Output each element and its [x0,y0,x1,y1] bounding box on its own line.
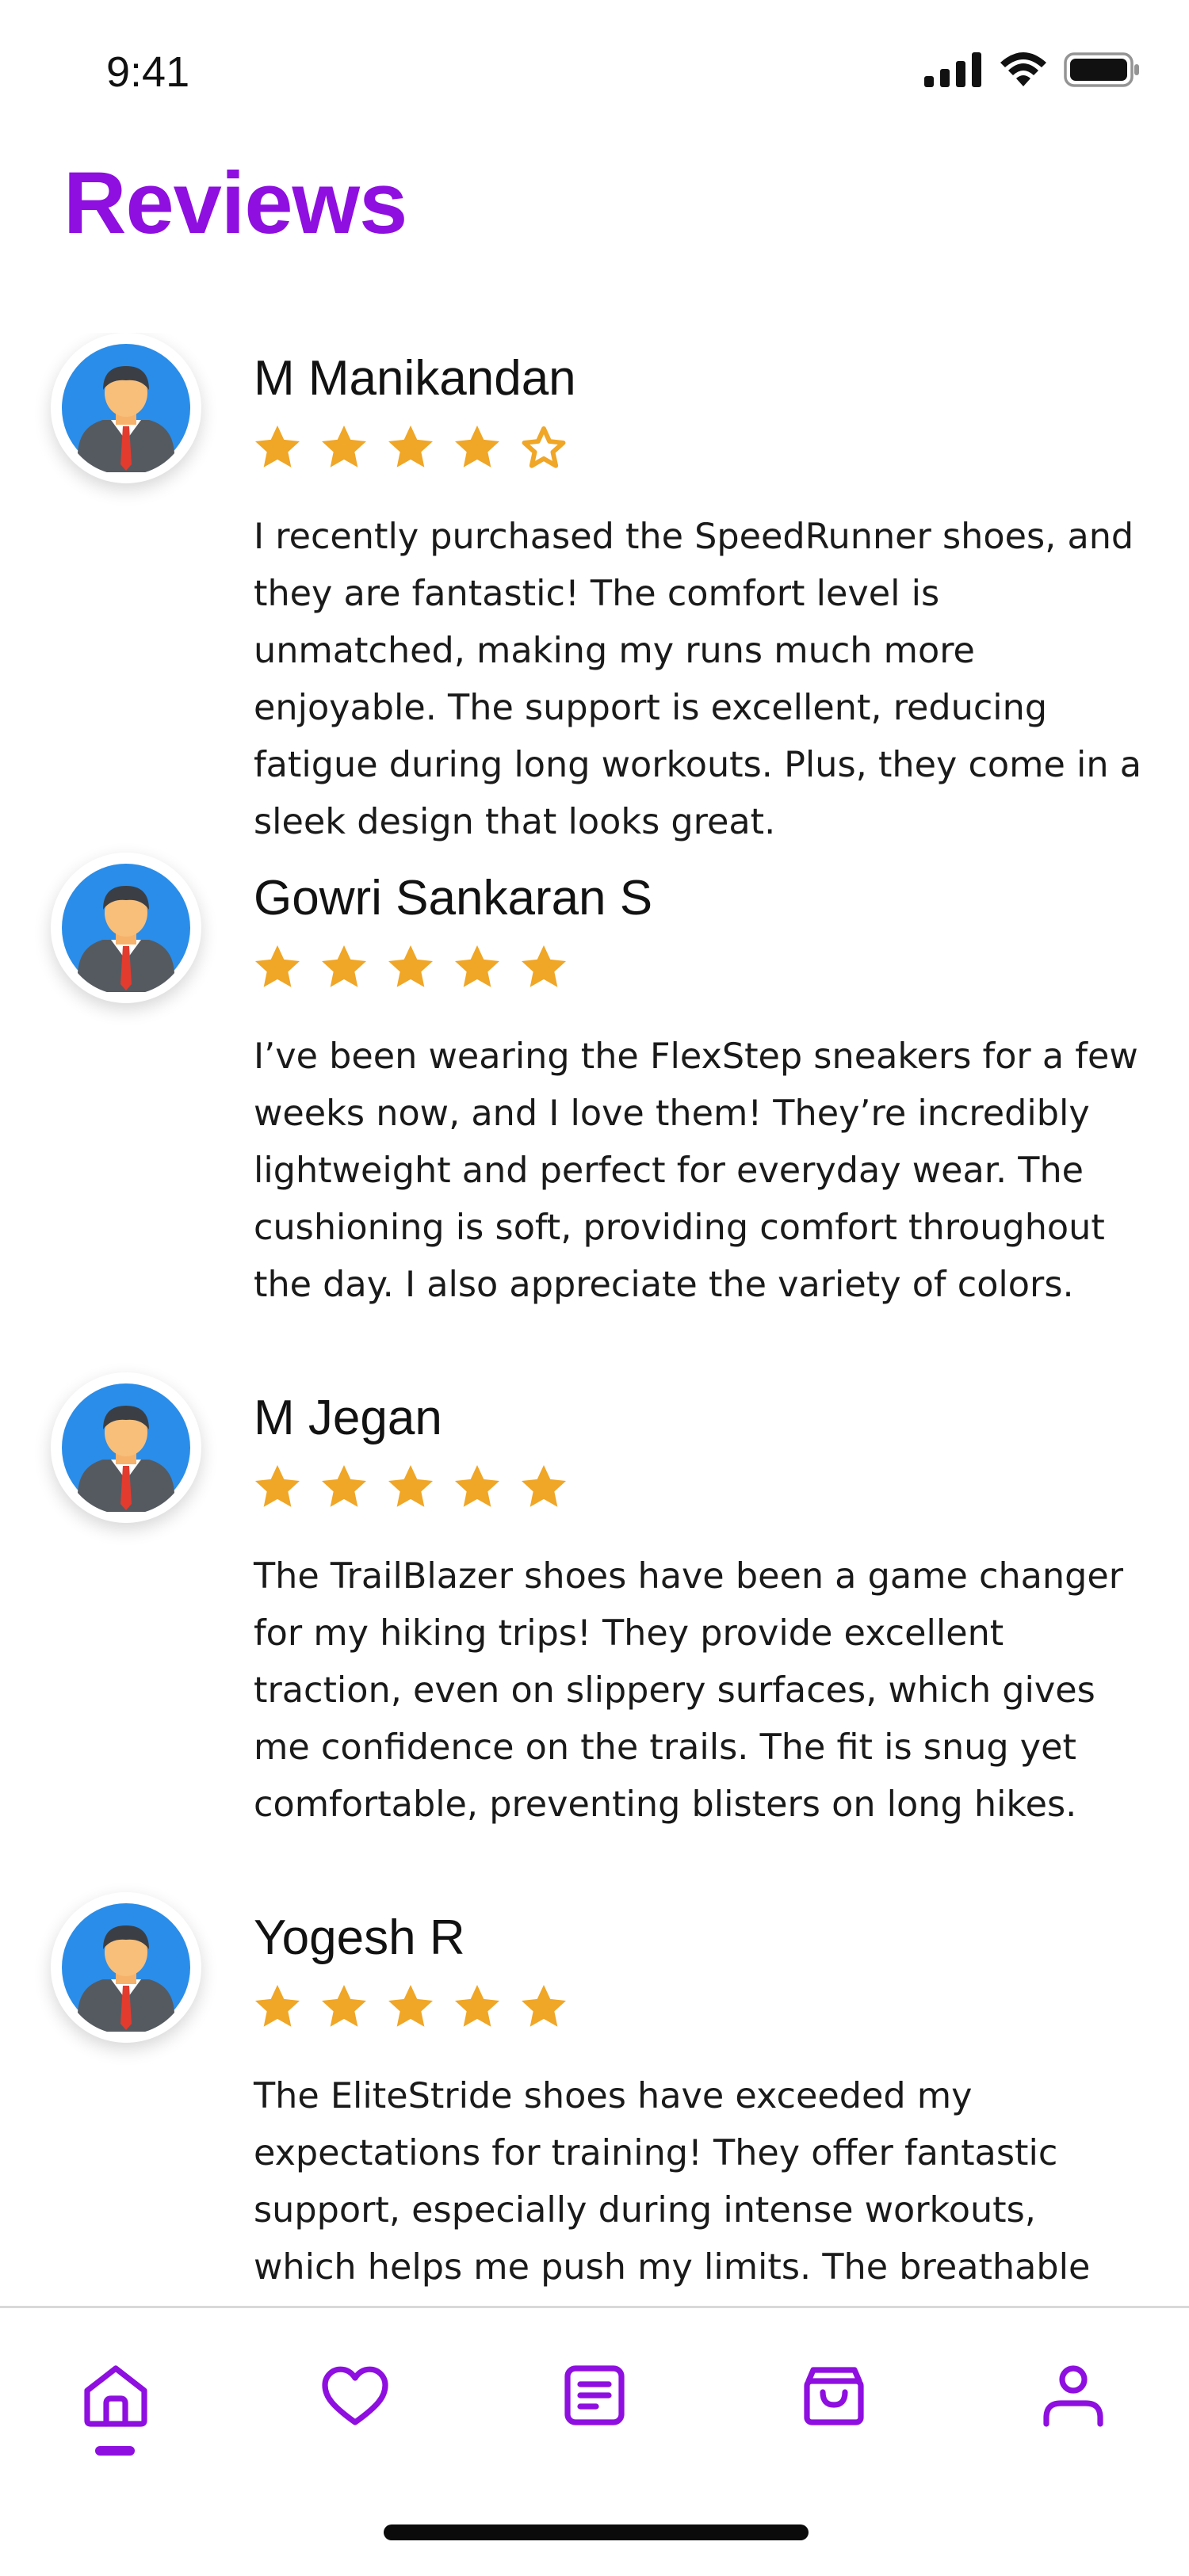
star-full-icon [385,943,436,992]
avatar [51,1892,201,2043]
status-bar: 9:41 [0,0,1189,151]
star-full-icon [319,423,369,472]
star-full-icon [518,1463,569,1512]
nav-home-button[interactable] [68,2348,163,2443]
avatar [51,853,201,1003]
review-item: Yogesh R The EliteStride shoes have exce… [0,1892,1189,2306]
user-avatar-icon [62,1903,190,2032]
star-full-icon [385,423,436,472]
wifi-icon [999,52,1048,91]
star-full-icon [452,423,503,472]
star-outline-icon [518,423,569,472]
review-item: M Jegan The TrailBlazer shoes have been … [0,1372,1189,1864]
star-full-icon [385,1463,436,1512]
star-full-icon [252,1983,303,2032]
user-avatar-icon [62,344,190,472]
nav-cart-button[interactable] [786,2348,881,2443]
star-full-icon [319,943,369,992]
status-time: 9:41 [106,48,190,96]
document-icon [564,2365,625,2425]
reviewer-name: M Jegan [254,1391,442,1445]
star-rating [252,1983,569,2032]
review-text: The TrailBlazer shoes have been a game c… [254,1556,1124,1825]
user-avatar-icon [62,864,190,992]
active-tab-indicator [95,2446,135,2456]
user-avatar-icon [62,1383,190,1512]
star-full-icon [518,1983,569,2032]
cellular-signal-icon [924,52,983,90]
star-full-icon [319,1463,369,1512]
page-title: Reviews [63,155,407,252]
profile-icon [1043,2365,1103,2427]
nav-favorites-button[interactable] [308,2348,403,2443]
avatar [51,1372,201,1523]
review-text: I’ve been wearing the FlexStep sneakers … [254,1036,1138,1305]
review-text: The EliteStride shoes have exceeded my e… [254,2076,1091,2306]
nav-profile-button[interactable] [1026,2348,1121,2443]
status-icons [924,51,1141,92]
star-full-icon [252,1463,303,1512]
home-icon [84,2365,147,2427]
star-rating [252,1463,569,1512]
avatar [51,333,201,483]
reviews-list[interactable]: M Manikandan I recently purchased the Sp… [0,333,1189,2306]
star-full-icon [252,423,303,472]
review-item: Gowri Sankaran S I’ve been wearing the F… [0,853,1189,1344]
star-full-icon [252,943,303,992]
star-full-icon [518,943,569,992]
reviewer-name: Gowri Sankaran S [254,871,653,925]
review-text: I recently purchased the SpeedRunner sho… [254,517,1141,842]
home-indicator[interactable] [384,2524,809,2540]
nav-orders-button[interactable] [547,2348,642,2443]
star-full-icon [385,1983,436,2032]
reviewer-name: Yogesh R [254,1910,465,1965]
review-item: M Manikandan I recently purchased the Sp… [0,333,1189,842]
shopping-bag-icon [804,2367,864,2425]
star-full-icon [452,943,503,992]
heart-icon [322,2366,388,2425]
star-rating [252,943,569,992]
star-full-icon [319,1983,369,2032]
star-full-icon [452,1983,503,2032]
star-rating [252,423,569,472]
star-full-icon [452,1463,503,1512]
battery-icon [1064,51,1141,92]
reviewer-name: M Manikandan [254,351,576,406]
